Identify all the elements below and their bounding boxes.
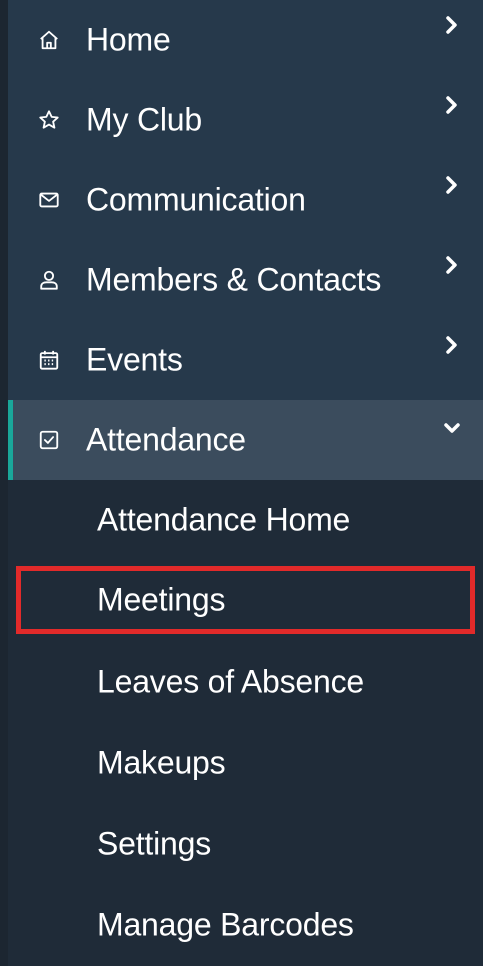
sidebar-item-my-club[interactable]: My Club bbox=[8, 80, 483, 160]
sidebar-item-events[interactable]: Events bbox=[8, 320, 483, 400]
sidebar-item-home[interactable]: Home bbox=[8, 0, 483, 80]
sidebar-item-label: Events bbox=[86, 341, 183, 378]
active-item-indicator bbox=[8, 400, 13, 480]
submenu-item-label: Settings bbox=[97, 825, 212, 862]
highlight-box bbox=[16, 566, 475, 634]
submenu-item-label: Makeups bbox=[97, 744, 226, 781]
submenu-item-label: Leaves of Absence bbox=[97, 663, 365, 700]
chevron-right-icon bbox=[443, 334, 461, 356]
chevron-right-icon bbox=[443, 14, 461, 36]
sidebar-item-label: Members & Contacts bbox=[86, 261, 382, 298]
sidebar-item-label: Home bbox=[86, 21, 171, 58]
sidebar-item-label: My Club bbox=[86, 101, 202, 138]
attendance-submenu: Attendance Home Meetings Leaves of Absen… bbox=[8, 480, 483, 966]
sidebar-item-label: Attendance bbox=[86, 421, 246, 458]
submenu-item-attendance-home[interactable]: Attendance Home bbox=[8, 480, 483, 560]
sidebar-item-members-contacts[interactable]: Members & Contacts bbox=[8, 240, 483, 320]
submenu-item-label: Manage Barcodes bbox=[97, 906, 354, 943]
sidebar-left-edge bbox=[0, 0, 8, 966]
submenu-item-settings[interactable]: Settings bbox=[8, 804, 483, 884]
sidebar-item-attendance[interactable]: Attendance bbox=[8, 400, 483, 480]
submenu-item-makeups[interactable]: Makeups bbox=[8, 723, 483, 803]
sidebar-item-label: Communication bbox=[86, 181, 306, 218]
sidebar-nav: Home My Club Communication Members & Con… bbox=[0, 0, 483, 966]
home-icon bbox=[38, 29, 60, 51]
sidebar-item-communication[interactable]: Communication bbox=[8, 160, 483, 240]
star-icon bbox=[38, 109, 60, 131]
submenu-item-manage-barcodes[interactable]: Manage Barcodes bbox=[8, 885, 483, 965]
mail-icon bbox=[38, 189, 60, 211]
chevron-right-icon bbox=[443, 254, 461, 276]
chevron-down-icon bbox=[443, 418, 461, 440]
person-icon bbox=[38, 269, 60, 291]
checkbox-icon bbox=[38, 429, 60, 451]
submenu-item-leaves-of-absence[interactable]: Leaves of Absence bbox=[8, 642, 483, 722]
submenu-item-label: Attendance Home bbox=[97, 501, 351, 538]
calendar-icon bbox=[38, 349, 60, 371]
chevron-right-icon bbox=[443, 174, 461, 196]
chevron-right-icon bbox=[443, 94, 461, 116]
